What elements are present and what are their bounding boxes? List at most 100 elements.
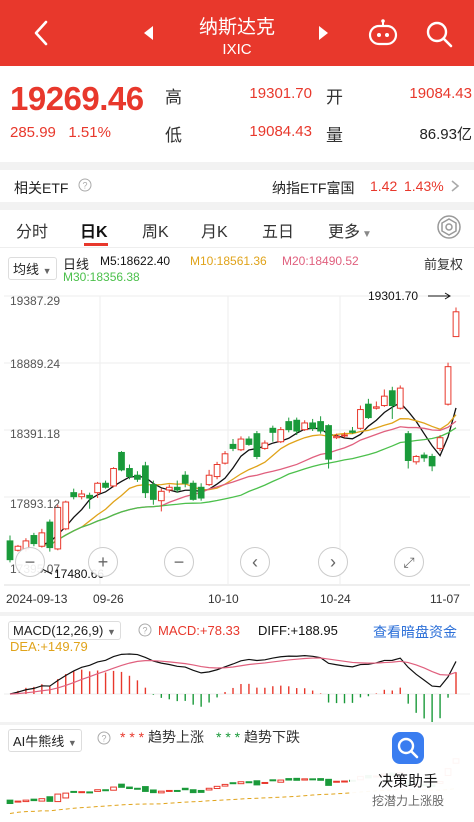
ai-candle: [30, 798, 38, 802]
price-change: 285.99 1.51%: [10, 124, 111, 141]
etf-price: 1.42: [370, 178, 398, 194]
zoom-out-button[interactable]: −: [15, 547, 45, 577]
candle-body: [62, 501, 70, 530]
scroll-right-button[interactable]: ›: [318, 547, 348, 577]
candle-body: [118, 451, 125, 471]
ai-candle: [94, 789, 101, 792]
fullscreen-button[interactable]: ⤢: [394, 547, 424, 577]
candle-body: [341, 434, 348, 437]
candle-body: [261, 442, 269, 449]
candle-body: [102, 482, 109, 488]
ai-candle: [205, 787, 213, 791]
candle-body: [213, 464, 221, 478]
svg-text:?: ?: [82, 181, 87, 191]
candle-body: [70, 492, 78, 498]
ai-candle: [237, 781, 245, 785]
open-value: 19084.43: [409, 85, 472, 102]
dark-pool-link[interactable]: 查看暗盘资金: [373, 622, 457, 642]
svg-text:?: ?: [142, 626, 147, 636]
ai-candle: [197, 789, 205, 793]
ai-candle: [341, 780, 348, 783]
candle-body: [380, 395, 388, 407]
candle-body: [317, 421, 324, 432]
ma10-value: M10:18561.36: [190, 254, 267, 268]
candle-body: [253, 433, 261, 457]
candle-body: [221, 453, 229, 464]
diff-value: DIFF:+188.95: [258, 623, 338, 638]
tab-daily[interactable]: 日K: [80, 218, 108, 242]
macd-indicator-select[interactable]: MACD(12,26,9) ▼: [8, 621, 121, 640]
etf-name: 纳指ETF富国: [272, 180, 355, 196]
ai-candle: [6, 799, 14, 805]
ai-candle: [86, 791, 94, 794]
last-price: 19269.46: [10, 80, 144, 117]
candle-body: [134, 474, 141, 480]
candle-body: [301, 422, 309, 431]
candle-body: [428, 455, 436, 467]
volume-label: 量: [326, 126, 343, 145]
zoom-in-button[interactable]: +: [88, 547, 118, 577]
low-value: 19084.43: [249, 123, 312, 140]
scroll-left-button[interactable]: ‹: [240, 547, 270, 577]
candle-body: [229, 443, 237, 449]
next-index-icon[interactable]: [319, 26, 328, 40]
adjust-select[interactable]: 前复权: [424, 254, 463, 273]
high-marker-label: 19301.70: [368, 289, 418, 303]
reset-zoom-button[interactable]: −: [164, 547, 194, 577]
candle-body: [436, 437, 444, 449]
y-tick: 18889.24: [10, 357, 60, 371]
ma5-line: [41, 402, 457, 546]
help-icon[interactable]: ?: [78, 178, 92, 192]
ai-candle: [54, 793, 62, 803]
ma30-value: M30:18356.38: [63, 270, 140, 284]
tab-five-day[interactable]: 五日: [262, 218, 294, 242]
ai-candle: [189, 789, 197, 794]
tab-weekly[interactable]: 周K: [142, 218, 169, 242]
ai-candle: [213, 785, 221, 790]
ai-candle: [14, 800, 22, 803]
candle-body: [285, 421, 293, 431]
indicator-mode-select[interactable]: 均线 ▼: [8, 257, 57, 280]
candles: [6, 307, 460, 563]
ai-candle: [245, 781, 253, 784]
search-icon[interactable]: [424, 19, 454, 49]
candle-body: [293, 419, 301, 432]
settings-icon[interactable]: [436, 214, 462, 240]
active-tab-indicator: [84, 243, 108, 246]
tab-more[interactable]: 更多 ▼: [328, 218, 372, 242]
candle-body: [189, 482, 197, 500]
ma10-line: [41, 414, 457, 546]
x-tick: 2024-09-13: [6, 592, 68, 606]
ai-candle: [253, 780, 261, 786]
trend-down-legend: * * * 趋势下跌: [216, 729, 301, 745]
ai-candle: [309, 778, 317, 781]
header-bar: 纳斯达克 IXIC: [0, 0, 474, 66]
candle-body: [126, 468, 133, 478]
help-icon[interactable]: ?: [97, 731, 111, 745]
ma20-value: M20:18490.52: [282, 254, 359, 268]
tab-intraday[interactable]: 分时: [16, 218, 48, 242]
help-icon[interactable]: ?: [138, 623, 152, 637]
candle-body: [412, 455, 420, 463]
ai-candle: [118, 783, 125, 788]
candle-body: [452, 311, 460, 338]
volume-value: 86.93亿: [419, 126, 472, 143]
tab-monthly[interactable]: 月K: [201, 218, 228, 242]
chevron-right-icon: [451, 180, 460, 192]
candle-body: [237, 438, 245, 451]
grid: [4, 295, 470, 586]
ai-candle: [229, 782, 237, 785]
related-etf-row[interactable]: 相关ETF ? 纳指ETF富国 1.42 1.43%: [0, 170, 474, 202]
decision-assistant-card[interactable]: 决策助手 挖潜力上涨股: [350, 726, 474, 822]
ai-candle: [285, 778, 293, 781]
ai-candle: [46, 796, 54, 802]
candle-body: [157, 490, 165, 502]
y-tick: 17893.12: [10, 497, 60, 511]
ai-candle: [333, 780, 340, 783]
robot-assistant-icon[interactable]: [366, 18, 400, 48]
divider: [0, 162, 474, 170]
candle-body: [309, 422, 317, 429]
ai-candle: [277, 779, 285, 783]
assistant-icon: [392, 732, 424, 764]
dropdown-icon: ▼: [362, 229, 372, 240]
